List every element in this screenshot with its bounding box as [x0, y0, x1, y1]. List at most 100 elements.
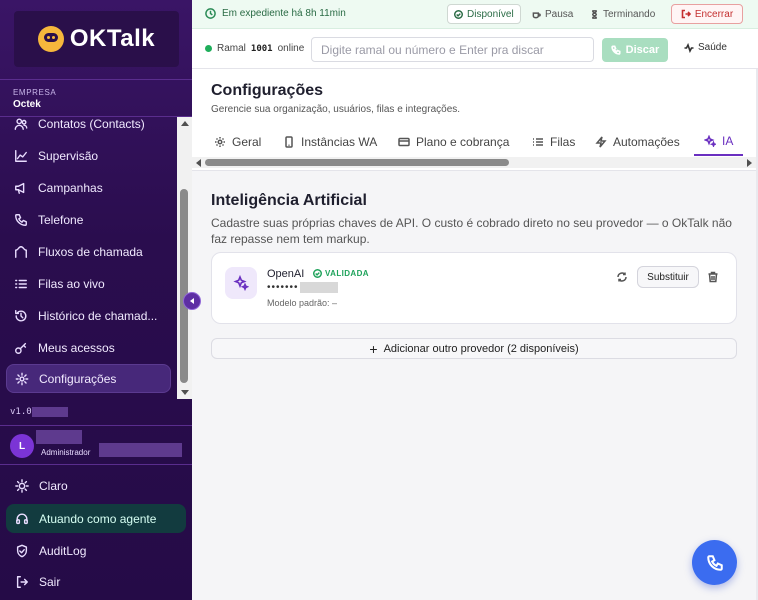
collapse-sidebar-button[interactable]: [183, 292, 201, 310]
online-indicator: [205, 45, 212, 52]
section-title: Inteligência Artificial: [211, 192, 367, 209]
shift-text: Em expediente há 8h 11min: [222, 8, 346, 19]
megaphone-icon: [14, 181, 28, 195]
list-icon: [533, 138, 543, 146]
sidebar-item-configuracoes[interactable]: Configurações: [6, 364, 171, 393]
sidebar-item-label: Contatos (Contacts): [38, 116, 145, 131]
dial-label: Discar: [625, 44, 660, 56]
version-redacted: [31, 407, 68, 417]
ramal-label: Ramal: [217, 43, 246, 54]
auditlog-link[interactable]: AuditLog: [6, 536, 186, 565]
check-circle-icon: [454, 9, 463, 19]
user-role: Administrador: [41, 448, 91, 457]
sidebar-item-acessos[interactable]: Meus acessos: [6, 333, 171, 362]
app-version: v1.0: [10, 407, 68, 417]
sidebar-scrollbar[interactable]: [177, 117, 192, 399]
sidebar-item-label: Meus acessos: [38, 340, 115, 355]
provider-card: OpenAI VALIDADA ••••••• Modelo padrão: –…: [211, 252, 737, 324]
logout-button[interactable]: Sair: [6, 567, 186, 596]
tab-automacoes[interactable]: Automações: [595, 128, 680, 156]
end-shift-button[interactable]: Encerrar: [671, 4, 743, 24]
status-pausa-button[interactable]: Pausa: [525, 4, 580, 24]
phone-icon: [706, 554, 723, 571]
smartphone-icon: [285, 136, 293, 148]
health-button[interactable]: Saúde: [684, 42, 727, 53]
gear-icon: [215, 137, 225, 147]
agent-mode-label: Atuando como agente: [39, 511, 157, 526]
history-icon: [14, 309, 28, 323]
sidebar-item-filas[interactable]: Filas ao vivo: [6, 269, 171, 298]
dial-button[interactable]: Discar: [602, 38, 668, 62]
tabs-scrollbar[interactable]: [192, 157, 756, 168]
user-profile[interactable]: L Administrador: [0, 425, 192, 465]
default-model: Modelo padrão: –: [267, 298, 338, 308]
coffee-icon: [532, 11, 541, 18]
logout-icon: [681, 9, 691, 19]
plus-icon: +: [369, 340, 378, 357]
trash-icon[interactable]: [707, 270, 719, 288]
sidebar-item-label: Configurações: [39, 371, 117, 386]
shift-status: Em expediente há 8h 11min: [205, 8, 346, 19]
add-provider-label: Adicionar outro provedor (2 disponíveis): [383, 342, 579, 355]
ramal-status: Ramal 1001 online: [205, 43, 304, 54]
tab-label: Instâncias WA: [301, 135, 378, 149]
brand-logo[interactable]: OKTalk: [14, 11, 179, 67]
tab-ia[interactable]: IA: [694, 128, 744, 156]
user-email-redacted: [99, 443, 182, 457]
tab-geral[interactable]: Geral: [214, 128, 261, 156]
validated-badge: VALIDADA: [313, 269, 369, 278]
workflow-icon: [14, 245, 28, 259]
clock-icon: [205, 8, 216, 19]
sidebar-item-supervisao[interactable]: Supervisão: [6, 141, 171, 170]
list-icon: [14, 277, 28, 291]
tab-instancias-wa[interactable]: Instâncias WA: [283, 128, 377, 156]
agent-mode-toggle[interactable]: Atuando como agente: [6, 504, 186, 533]
scroll-right-icon[interactable]: [747, 159, 752, 167]
sidebar: OKTalk EMPRESA Octek Contatos (Contacts)…: [0, 0, 192, 600]
sidebar-item-fluxos[interactable]: Fluxos de chamada: [6, 237, 171, 266]
tab-plano-cobranca[interactable]: Plano e cobrança: [398, 128, 509, 156]
sidebar-item-telefone[interactable]: Telefone: [6, 205, 171, 234]
api-key-masked: •••••••: [267, 282, 338, 293]
sidebar-item-historico[interactable]: Histórico de chamad...: [6, 301, 171, 330]
refresh-icon[interactable]: [616, 270, 630, 284]
auditlog-label: AuditLog: [39, 543, 87, 558]
page-subtitle: Gerencie sua organização, usuários, fila…: [211, 104, 461, 115]
scroll-up-icon[interactable]: [181, 121, 189, 126]
main-content: Configurações Gerencie sua organização, …: [192, 69, 756, 600]
sidebar-item-label: Filas ao vivo: [38, 276, 105, 291]
phone-icon: [14, 213, 28, 227]
status-disponivel-button[interactable]: Disponível: [447, 4, 521, 24]
ramal-status-text: online: [277, 43, 305, 54]
sidebar-item-label: Supervisão: [38, 148, 99, 163]
theme-label: Claro: [39, 478, 68, 493]
logout-label: Sair: [39, 574, 61, 589]
dial-input[interactable]: [311, 37, 594, 62]
scrollbar-thumb[interactable]: [180, 189, 188, 383]
sidebar-item-label: Campanhas: [38, 180, 103, 195]
oktalk-logo-icon: [37, 26, 64, 52]
gear-icon: [15, 372, 29, 386]
sidebar-item-contatos[interactable]: Contatos (Contacts): [6, 109, 171, 138]
logout-icon: [15, 575, 29, 589]
health-label: Saúde: [698, 42, 727, 53]
activity-icon: [684, 42, 694, 53]
scroll-down-icon[interactable]: [181, 390, 189, 395]
dialer-bar: Ramal 1001 online Discar Saúde: [192, 29, 758, 69]
status-label: Disponível: [467, 8, 514, 20]
add-provider-button[interactable]: + Adicionar outro provedor (2 disponívei…: [211, 338, 737, 359]
api-key-redacted: [299, 282, 338, 293]
api-key-dots: •••••••: [267, 282, 299, 293]
status-label: Pausa: [545, 8, 574, 20]
softphone-fab-button[interactable]: [692, 540, 737, 585]
scroll-left-icon[interactable]: [196, 159, 201, 167]
scrollbar-thumb[interactable]: [205, 159, 509, 166]
sidebar-item-label: Fluxos de chamada: [38, 244, 143, 259]
shift-bar: Em expediente há 8h 11min Disponível Pau…: [192, 0, 758, 29]
sidebar-item-campanhas[interactable]: Campanhas: [6, 173, 171, 202]
status-terminando-button[interactable]: Terminando: [583, 4, 662, 24]
theme-toggle[interactable]: Claro: [6, 471, 186, 500]
sidebar-item-label: Telefone: [38, 212, 84, 227]
tab-filas[interactable]: Filas: [532, 128, 575, 156]
replace-key-button[interactable]: Substituir: [637, 266, 699, 288]
